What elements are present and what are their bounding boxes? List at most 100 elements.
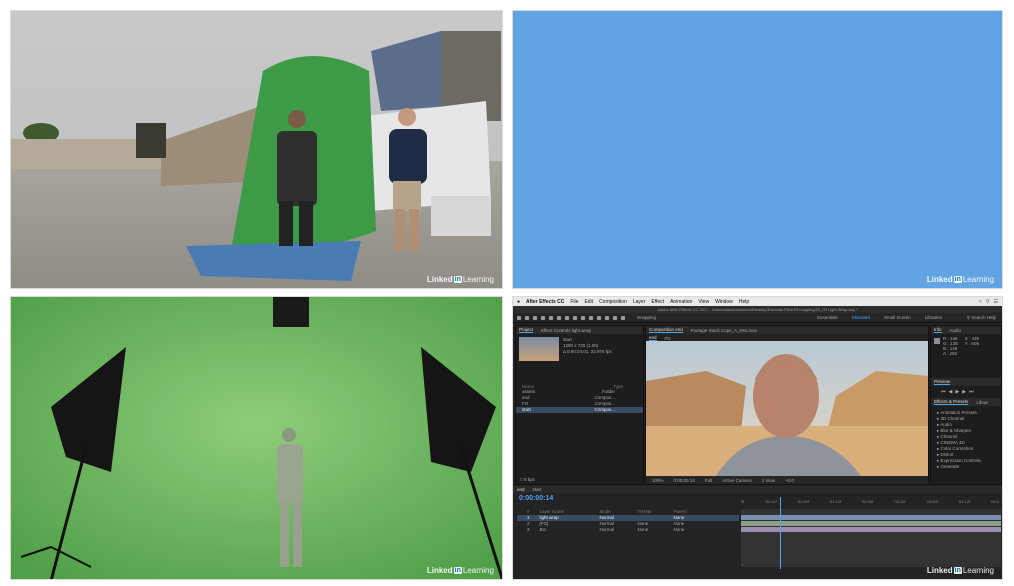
trash-icon[interactable]: □ [520, 477, 523, 482]
effect-name: Blur & Sharpen [940, 428, 972, 433]
timeline-timecode[interactable]: 0:00:00:14 [519, 495, 553, 502]
play-icon[interactable]: ▶ [955, 389, 959, 395]
menu-view[interactable]: View [698, 299, 709, 305]
resolution-dropdown[interactable]: Full [705, 478, 712, 483]
puppet-tool-icon[interactable] [621, 315, 625, 320]
effect-name: Audio [940, 422, 952, 427]
menu-file[interactable]: File [570, 299, 578, 305]
camera-tool-icon[interactable] [557, 315, 561, 320]
bit-depth[interactable]: 8 bpc [524, 477, 535, 482]
studio-scene-illustration [11, 297, 502, 579]
zoom-dropdown[interactable]: 100% [652, 478, 664, 483]
tab-preview[interactable]: Preview [934, 379, 951, 385]
hand-tool-icon[interactable] [533, 315, 537, 320]
subtab-fg[interactable]: FG [665, 336, 671, 341]
menu-composition[interactable]: Composition [599, 299, 627, 305]
clone-tool-icon[interactable] [597, 315, 601, 320]
next-frame-icon[interactable]: ▶ [962, 389, 966, 395]
ruler-tick: 01:12f [829, 499, 842, 504]
tab-project[interactable]: Project [519, 327, 534, 333]
type-tool-icon[interactable] [581, 315, 585, 320]
effect-name: Animation Presets [940, 410, 977, 415]
tab-effect-controls[interactable]: Effect Controls light wrap [541, 328, 591, 333]
info-y: Y : 606 [964, 341, 979, 346]
project-panel: Project Effect Controls light wrap start… [515, 325, 644, 485]
linkedin-learning-watermark: Linked in Learning [426, 566, 494, 575]
views-dropdown[interactable]: 1 View [762, 478, 775, 483]
menu-edit[interactable]: Edit [584, 299, 593, 305]
app-menu[interactable]: After Effects CC [526, 299, 564, 305]
viewer-footer: 100% 0:00:00:14 Full Active Camera 1 Vie… [646, 476, 928, 484]
tab-audio[interactable]: Audio [950, 328, 962, 333]
search-help-label: Search Help [971, 315, 996, 320]
ruler-tick: 0f [741, 499, 745, 504]
exposure-value[interactable]: +0.0 [785, 478, 794, 483]
menu-layer[interactable]: Layer [633, 299, 646, 305]
viewer-timecode[interactable]: 0:00:00:14 [674, 478, 695, 483]
project-row-selected[interactable]: start Compos... [516, 407, 643, 413]
ruler-tick: 04:0 [991, 499, 999, 504]
tab-effects-presets[interactable]: Effects & Presets [934, 399, 969, 405]
mac-menu-bar: ● After Effects CC File Edit Composition… [513, 297, 1002, 306]
zoom-tool-icon[interactable] [541, 315, 545, 320]
desert-man-footage [646, 341, 928, 476]
layer-parent[interactable]: None [674, 527, 685, 533]
tools-bar: Snapping Essentials Standard Small Scree… [513, 313, 1002, 323]
playhead[interactable] [780, 497, 781, 569]
camera-dropdown[interactable]: Active Camera [722, 478, 752, 483]
menu-effect[interactable]: Effect [651, 299, 664, 305]
first-frame-icon[interactable]: ⏮ [941, 389, 946, 395]
tab-info[interactable]: Info [934, 327, 942, 333]
layer-mode[interactable]: Normal [600, 527, 628, 533]
workspace-small-screen[interactable]: Small Screen [884, 315, 911, 320]
composition-viewer-frame[interactable] [646, 341, 928, 476]
window-title: Adobe After Effects CC 2017 - /Users/ala… [513, 306, 1002, 313]
eraser-tool-icon[interactable] [605, 315, 609, 320]
menu-help[interactable]: Help [739, 299, 749, 305]
linkedin-learning-watermark: Linked in Learning [926, 566, 994, 575]
after-effects-window: ● After Effects CC File Edit Composition… [512, 296, 1003, 580]
layer-trkmat[interactable]: None [638, 527, 664, 533]
photo-outdoor-greenscreen: Linked in Learning [10, 10, 503, 289]
right-panels: Info Audio R : 146 G : 138 B : 149 A : 2… [930, 325, 1002, 485]
selection-tool-icon[interactable] [525, 315, 529, 320]
last-frame-icon[interactable]: ⏭ [969, 389, 974, 395]
tab-footage[interactable]: Footage Stock Cops_A_091.mov [691, 328, 757, 333]
pan-tool-icon[interactable] [565, 315, 569, 320]
list-item[interactable]: ▸ Generate [931, 464, 1001, 470]
brush-tool-icon[interactable] [589, 315, 593, 320]
info-a: A : 255 [943, 351, 958, 356]
prev-frame-icon[interactable]: ◀ [949, 389, 953, 395]
search-help-field[interactable]: ⚲ Search Help [967, 315, 996, 321]
effect-name: Channel [940, 434, 958, 439]
tab-composition-end[interactable]: Composition end [649, 327, 683, 333]
search-icon[interactable]: ⚲ [986, 299, 990, 305]
menu-animation[interactable]: Animation [670, 299, 692, 305]
snapping-toggle[interactable]: Snapping [637, 315, 656, 320]
outdoor-scene-illustration [11, 11, 502, 288]
effect-name: Color Correction [940, 446, 974, 451]
viewer-tabs: Composition end Footage Stock Cops_A_091… [646, 326, 928, 334]
workspace-standard[interactable]: Standard [852, 315, 870, 320]
row-name: start [522, 407, 531, 412]
tab-libraries[interactable]: Librar [976, 400, 988, 405]
layer-name: BG [539, 527, 547, 532]
workspace-libraries[interactable]: Libraries [925, 315, 942, 320]
effect-name: Expression Controls [940, 458, 981, 463]
ruler-tick: 00:12f [765, 499, 777, 504]
photo-studio-greenscreen: Linked in Learning [10, 296, 503, 580]
rotate-tool-icon[interactable] [549, 315, 553, 320]
linkedin-learning-watermark: Linked in Learning [926, 275, 994, 284]
pen-tool-icon[interactable] [573, 315, 577, 320]
menu-list-icon[interactable]: ☰ [994, 299, 998, 305]
layer-row[interactable]: 3 BG Normal None None [517, 527, 739, 533]
home-icon[interactable] [517, 315, 521, 320]
roto-tool-icon[interactable] [613, 315, 617, 320]
apple-icon: ● [517, 298, 521, 305]
tab-timeline-start[interactable]: start [533, 487, 542, 492]
workspace-essentials[interactable]: Essentials [817, 315, 838, 320]
color-swatch [934, 338, 940, 344]
effects-tabs: Effects & Presets Librar [931, 398, 1001, 406]
menu-window[interactable]: Window [715, 299, 733, 305]
tab-timeline-end[interactable]: end [517, 487, 525, 492]
